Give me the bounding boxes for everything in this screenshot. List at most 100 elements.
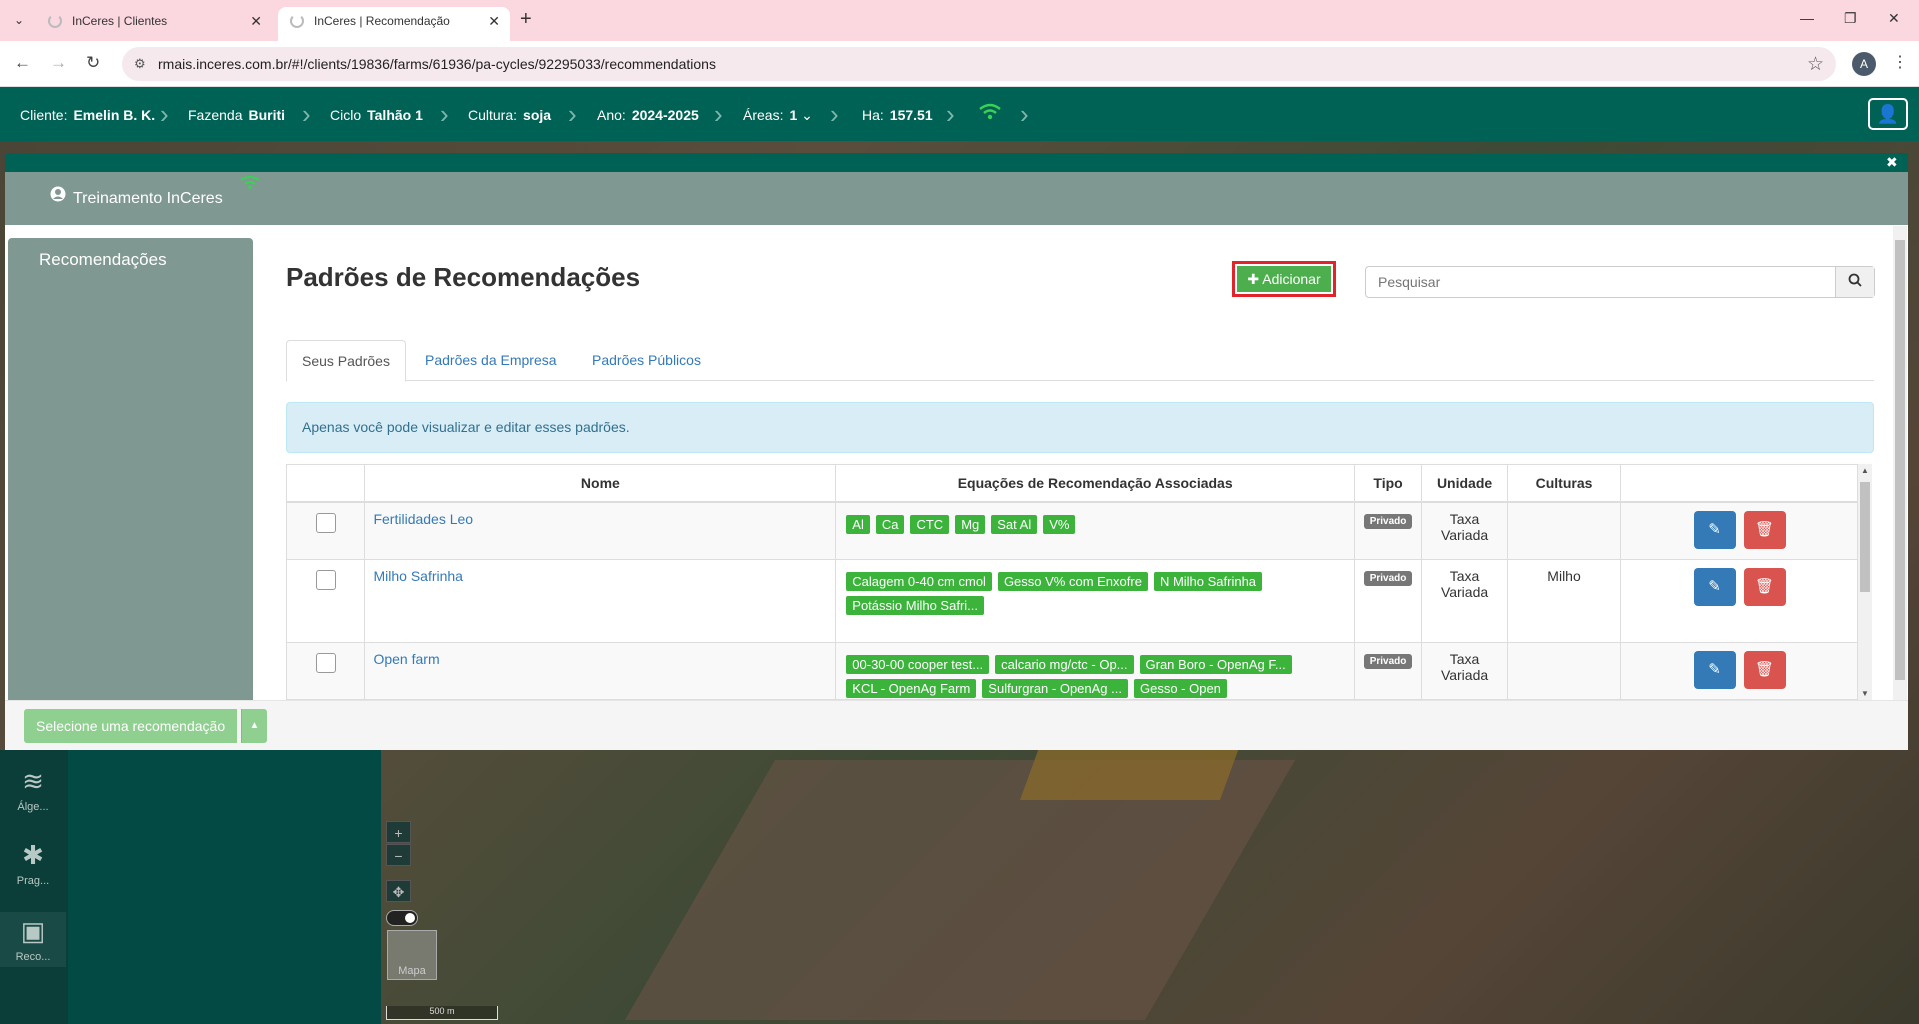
window-close-icon[interactable]: ✕ [1888,10,1900,27]
side-nav-label: Reco... [15,951,51,963]
modal-header: Treinamento InCeres [5,172,1908,225]
sidebar-item-recomendacoes[interactable]: Recomendações [39,250,167,270]
equation-tag[interactable]: KCL - OpenAg Farm [846,678,977,698]
bookmark-star-icon[interactable]: ☆ [1807,53,1824,76]
col-equacoes[interactable]: Equações de Recomendação Associadas [835,465,1356,503]
equation-tag[interactable]: Gesso V% com Enxofre [997,571,1148,591]
reload-icon[interactable]: ↻ [86,53,100,73]
map-type-thumbnail[interactable]: Mapa [387,930,437,980]
equation-tag[interactable]: Gesso - Open [1133,678,1227,698]
equation-tag[interactable]: CTC [910,515,950,534]
breadcrumb-cliente[interactable]: Cliente: Emelin B. K. [20,107,155,123]
scrollbar-thumb[interactable] [1860,482,1870,592]
new-tab-icon[interactable]: + [520,8,532,31]
row-name-link[interactable]: Fertilidades Leo [373,511,473,527]
equation-tag[interactable]: Mg [955,515,986,534]
edit-button[interactable]: ✎ [1693,567,1736,606]
tab-search-icon[interactable]: ⌄ [8,9,30,31]
modal-scrollbar[interactable] [1893,226,1907,700]
modal-top-strip [5,153,1908,172]
user-menu-button[interactable]: 👤 [1868,98,1908,130]
cliente-label: Cliente: [20,107,68,123]
site-info-icon[interactable]: ⚙ [134,56,146,72]
scroll-down-icon[interactable]: ▼ [1861,689,1869,698]
search-input[interactable] [1366,267,1835,297]
row-checkbox[interactable] [315,652,336,673]
row-name-link[interactable]: Open farm [373,651,439,667]
equation-tag[interactable]: Gran Boro - OpenAg F... [1139,654,1292,674]
tab-padroes-publicos[interactable]: Padrões Públicos [577,340,716,381]
breadcrumb-ha: Ha: 157.51 [862,107,933,123]
add-button[interactable]: ✚ Adicionar [1232,261,1336,297]
browser-tab-clientes[interactable]: InCeres | Clientes ✕ [36,7,272,41]
chevron-right-icon: › [302,99,311,129]
close-tab-icon[interactable]: ✕ [488,7,500,35]
zoom-in-button[interactable]: + [386,821,411,843]
url-field[interactable]: ⚙ rmais.inceres.com.br/#!/clients/19836/… [122,47,1836,81]
col-unidade[interactable]: Unidade [1421,465,1509,503]
scrollbar-thumb[interactable] [1895,240,1905,680]
table-scrollbar[interactable]: ▲ ▼ [1858,464,1872,700]
row-checkbox[interactable] [315,569,336,590]
profile-avatar[interactable]: A [1852,52,1876,76]
breadcrumb-ano[interactable]: Ano: 2024-2025 [597,107,699,123]
equation-tag[interactable]: N Milho Safrinha [1153,571,1263,591]
scroll-up-icon[interactable]: ▲ [1861,466,1869,475]
edit-button[interactable]: ✎ [1693,650,1736,689]
col-culturas[interactable]: Culturas [1507,465,1622,503]
fazenda-value: Buriti [248,107,286,123]
chevron-right-icon: › [946,99,955,129]
tab-padroes-empresa[interactable]: Padrões da Empresa [410,340,572,381]
chevron-right-icon: › [160,99,169,129]
equation-tag[interactable]: Calagem 0-40 cm cmol [846,571,992,591]
select-recommendation-button[interactable]: Selecione uma recomendação [24,709,238,743]
equation-tag[interactable]: Sulfurgran - OpenAg ... [982,678,1128,698]
chevron-down-icon: ⌄ [797,107,813,123]
breadcrumb-ciclo[interactable]: Ciclo Talhão 1 [330,107,423,123]
browser-menu-icon[interactable]: ⋮ [1892,52,1908,72]
breadcrumb-areas[interactable]: Áreas: 1 ⌄ [743,107,813,124]
tab-seus-padroes[interactable]: Seus Padrões [286,340,406,382]
fazenda-label: Fazenda [188,107,243,123]
zoom-out-button[interactable]: − [386,844,411,866]
breadcrumb-fazenda[interactable]: Fazenda Buriti [188,107,285,123]
breadcrumb-cultura[interactable]: Cultura: soja [468,107,551,123]
search-button[interactable] [1835,267,1874,297]
tab-title: InCeres | Recomendação [314,14,450,28]
equation-tag[interactable]: Al [846,515,870,534]
layers-icon: ≋ [22,766,44,796]
equation-tag[interactable]: Ca [875,515,905,534]
side-nav-recomendacoes[interactable]: ▣ Reco... [0,912,66,967]
delete-button[interactable]: 🗑 [1743,567,1786,606]
forward-icon[interactable]: → [50,53,67,73]
equation-tag[interactable]: calcario mg/ctc - Op... [995,654,1134,674]
search-icon [1848,273,1862,287]
add-button-label: Adicionar [1262,271,1321,287]
edit-button[interactable]: ✎ [1693,511,1736,549]
restore-icon[interactable]: ❐ [1844,10,1857,27]
pan-icon[interactable]: ✥ [386,880,411,902]
close-tab-icon[interactable]: ✕ [250,7,262,35]
layer-toggle[interactable] [386,910,418,926]
back-icon[interactable]: ← [14,53,31,73]
row-name-link[interactable]: Milho Safrinha [373,568,463,584]
minimize-icon[interactable]: — [1800,10,1814,26]
modal-close-icon[interactable]: ✖ [1886,154,1898,171]
side-nav-algebra[interactable]: ≋ Álge... [0,766,66,813]
col-nome[interactable]: Nome [364,465,837,503]
side-nav-pragas[interactable]: ✱ Prag... [0,840,66,887]
equation-tag[interactable]: V% [1043,515,1076,534]
caret-up-icon[interactable]: ▲ [241,709,267,743]
delete-button[interactable]: 🗑 [1743,650,1786,689]
equation-tag[interactable]: Potássio Milho Safri... [846,595,984,615]
equation-tag[interactable]: 00-30-00 cooper test... [846,654,990,674]
col-tipo[interactable]: Tipo [1354,465,1423,503]
wifi-icon [239,176,261,195]
row-checkbox[interactable] [315,513,336,533]
ha-label: Ha: [862,107,884,123]
edit-icon: ✎ [1708,577,1721,595]
browser-tab-recomendacao[interactable]: InCeres | Recomendação ✕ [278,7,510,41]
equation-tag[interactable]: Sat Al [991,515,1038,534]
fertilizer-icon: ▣ [20,916,46,946]
delete-button[interactable]: 🗑 [1743,511,1786,549]
